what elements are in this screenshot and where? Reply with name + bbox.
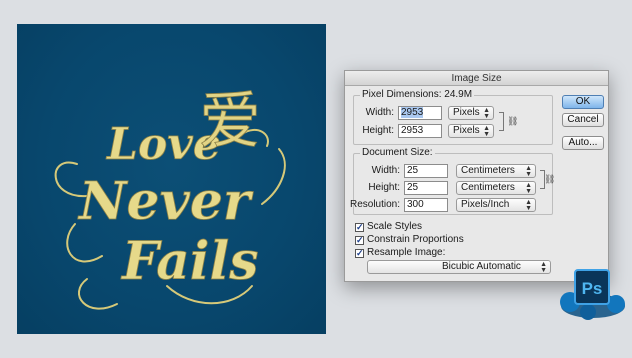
image-size-dialog: Image Size Pixel Dimensions: 24.9M Width… xyxy=(344,70,609,282)
ok-button[interactable]: OK xyxy=(562,95,604,109)
select-arrows-icon: ▲ ▼ xyxy=(525,182,532,195)
select-arrows-icon: ▲ ▼ xyxy=(525,165,532,178)
swirl-ornament xyxy=(77,278,118,310)
select-arrows-icon: ▲ ▼ xyxy=(483,125,490,138)
auto-button[interactable]: Auto... xyxy=(562,136,604,150)
select-arrows-icon: ▲ ▼ xyxy=(525,199,532,212)
resample-method-select[interactable]: Bicubic Automatic ▲ ▼ xyxy=(367,260,551,274)
dialog-title: Image Size xyxy=(345,71,608,86)
doc-width-input[interactable]: 25 xyxy=(404,164,448,178)
pixel-dimensions-heading: Pixel Dimensions: 24.9M xyxy=(360,89,475,100)
checkmark-icon: ✓ xyxy=(355,248,364,258)
ps-icon-label: Ps xyxy=(582,279,603,298)
pixel-width-input[interactable]: 2953 xyxy=(398,106,442,120)
pixel-width-unit-select[interactable]: Pixels ▲ ▼ xyxy=(448,106,494,120)
hanzi-ai: 爱 xyxy=(199,84,261,157)
artwork-canvas: Love 爱 Never Fails xyxy=(17,24,326,334)
word-never: Never xyxy=(77,171,254,232)
typography-artwork: Love 爱 Never Fails xyxy=(54,84,286,310)
resolution-label: Resolution: xyxy=(349,199,400,210)
pixel-dimensions-size: 24.9M xyxy=(444,89,473,100)
resample-image-checkbox[interactable]: ✓ Resample Image: xyxy=(355,247,445,258)
doc-height-input[interactable]: 25 xyxy=(404,181,448,195)
pixel-height-label: Height: xyxy=(362,125,394,136)
document-size-heading: Document Size: xyxy=(360,147,435,158)
select-arrows-icon: ▲ ▼ xyxy=(540,261,547,274)
doc-width-label: Width: xyxy=(371,165,400,176)
swirl-ornament xyxy=(261,148,286,205)
checkmark-icon: ✓ xyxy=(355,222,364,232)
doc-height-unit-select[interactable]: Centimeters ▲ ▼ xyxy=(456,181,536,195)
document-size-group: Document Size: Width: 25 Centimeters ▲ ▼ … xyxy=(349,147,556,215)
chain-link-icon: ⛓ xyxy=(507,116,519,126)
scale-styles-checkbox[interactable]: ✓ Scale Styles xyxy=(355,221,422,232)
resolution-input[interactable]: 300 xyxy=(404,198,448,212)
doc-height-label: Height: xyxy=(368,182,400,193)
pixel-height-input[interactable]: 2953 xyxy=(398,124,442,138)
checkmark-icon: ✓ xyxy=(355,235,364,245)
pixel-dimensions-group: Pixel Dimensions: 24.9M Width: 2953 Pixe… xyxy=(353,89,553,145)
photoshop-app-icon: Ps xyxy=(558,262,628,322)
resolution-unit-select[interactable]: Pixels/Inch ▲ ▼ xyxy=(456,198,536,212)
word-fails: Fails xyxy=(120,231,259,292)
cancel-button[interactable]: Cancel xyxy=(562,113,604,127)
select-arrows-icon: ▲ ▼ xyxy=(483,107,490,120)
constrain-proportions-checkbox[interactable]: ✓ Constrain Proportions xyxy=(355,234,464,245)
pixel-width-label: Width: xyxy=(365,107,394,118)
doc-width-unit-select[interactable]: Centimeters ▲ ▼ xyxy=(456,164,536,178)
chain-link-icon: ⛓ xyxy=(544,174,556,184)
pixel-height-unit-select[interactable]: Pixels ▲ ▼ xyxy=(448,124,494,138)
pixel-constrain-bracket xyxy=(499,112,504,131)
